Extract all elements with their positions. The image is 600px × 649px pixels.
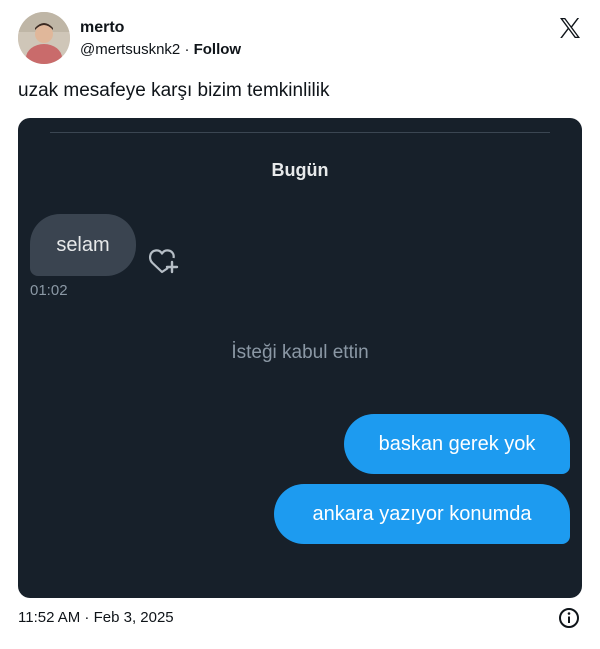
display-name[interactable]: merto: [80, 18, 241, 38]
incoming-message-time: 01:02: [30, 282, 68, 299]
handle-row: @mertsusknk2 · Follow: [80, 40, 241, 60]
tweet-media-screenshot[interactable]: Bugün selam 01:02 İsteği kabul ettin bas…: [18, 118, 582, 598]
avatar[interactable]: [18, 12, 70, 64]
chat-day-label: Bugün: [271, 160, 329, 180]
outgoing-message-bubble: baskan gerek yok: [344, 414, 570, 474]
author-handle[interactable]: @mertsusknk2: [80, 41, 180, 58]
system-message: İsteği kabul ettin: [231, 342, 369, 363]
tweet-text: uzak mesafeye karşı bizim temkinlilik: [18, 80, 330, 101]
tweet-timestamp[interactable]: 11:52 AM · Feb 3, 2025: [18, 609, 174, 626]
avatar-photo: [18, 12, 70, 64]
outgoing-message-bubble: ankara yazıyor konumda: [274, 484, 570, 544]
heart-plus-icon[interactable]: [148, 246, 180, 274]
author-names: merto @mertsusknk2 · Follow: [80, 18, 241, 60]
follow-button[interactable]: Follow: [194, 41, 242, 58]
tweet-header: merto @mertsusknk2 · Follow: [18, 12, 584, 66]
info-icon[interactable]: [558, 607, 580, 629]
incoming-message-bubble: selam: [30, 214, 136, 276]
x-logo-icon[interactable]: [558, 16, 582, 40]
divider: [50, 132, 550, 133]
separator-dot: ·: [184, 41, 190, 58]
